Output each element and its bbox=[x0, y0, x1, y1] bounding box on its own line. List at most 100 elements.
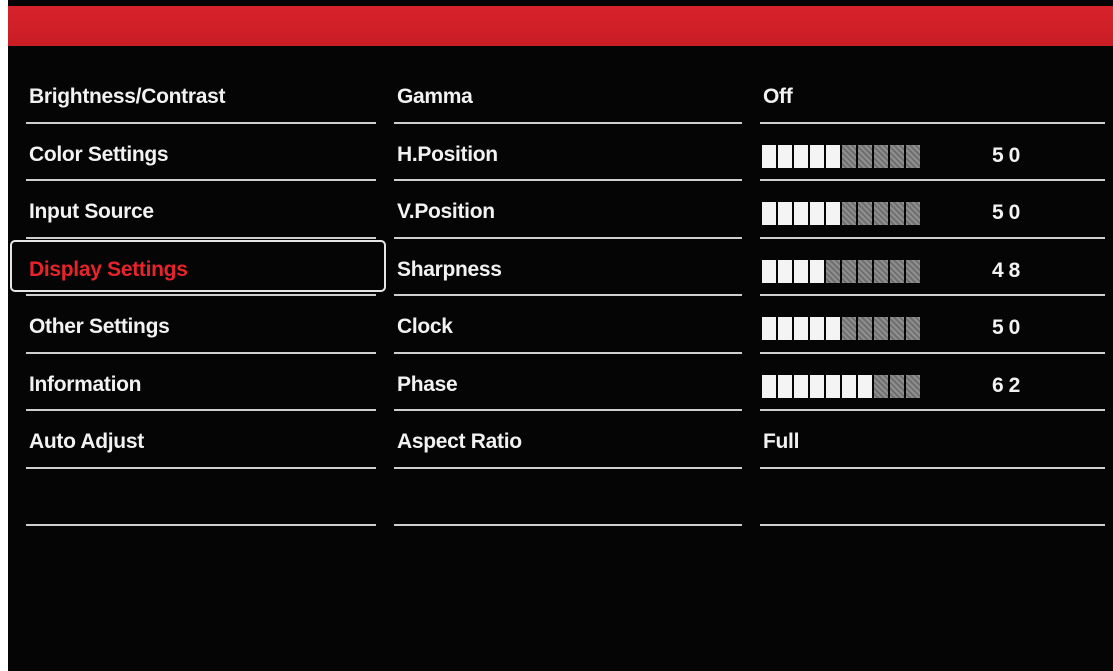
submenu-item-phase[interactable]: Phase bbox=[394, 354, 742, 412]
menu-item-label: Brightness/Contrast bbox=[29, 85, 226, 108]
slider-segment-empty bbox=[874, 374, 888, 398]
slider-segment-filled bbox=[858, 374, 872, 398]
slider-segment-filled bbox=[794, 374, 808, 398]
sharpness-slider[interactable] bbox=[762, 259, 920, 283]
v-position-value-row[interactable]: 50 bbox=[760, 181, 1105, 239]
slider-segment-filled bbox=[762, 259, 776, 283]
slider-segment-empty bbox=[890, 202, 904, 225]
slider-segment-empty bbox=[858, 317, 872, 340]
menu-item-other-settings[interactable]: Other Settings bbox=[26, 296, 376, 354]
submenu-item-label: Gamma bbox=[397, 85, 473, 108]
gamma-value: Off bbox=[763, 85, 793, 108]
main-menu: Brightness/Contrast Color Settings Input… bbox=[10, 66, 386, 527]
slider-segment-empty bbox=[842, 317, 856, 340]
slider-segment-empty bbox=[826, 259, 840, 283]
slider-segment-filled bbox=[826, 374, 840, 398]
slider-segment-filled bbox=[794, 259, 808, 283]
submenu-item-label: V.Position bbox=[397, 200, 495, 223]
v-position-value: 50 bbox=[992, 201, 1026, 224]
slider-segment-empty bbox=[906, 317, 920, 340]
menu-item-information[interactable]: Information bbox=[26, 354, 376, 412]
menu-item-empty bbox=[26, 469, 376, 527]
slider-segment-empty bbox=[842, 202, 856, 225]
menu-item-input-source[interactable]: Input Source bbox=[26, 181, 376, 239]
menu-item-label: Other Settings bbox=[29, 315, 170, 338]
slider-segment-empty bbox=[842, 259, 856, 283]
slider-segment-filled bbox=[778, 144, 792, 168]
slider-segment-empty bbox=[906, 374, 920, 398]
settings-values: Off 50 50 48 50 62 Full bbox=[760, 66, 1105, 526]
slider-segment-filled bbox=[794, 144, 808, 168]
slider-segment-filled bbox=[842, 374, 856, 398]
submenu-item-label: Aspect Ratio bbox=[397, 430, 522, 453]
slider-segment-empty bbox=[906, 259, 920, 283]
submenu-item-clock[interactable]: Clock bbox=[394, 296, 742, 354]
h-position-value: 50 bbox=[992, 143, 1026, 167]
menu-item-label: Color Settings bbox=[29, 142, 169, 166]
slider-segment-filled bbox=[794, 317, 808, 340]
slider-segment-filled bbox=[810, 317, 824, 340]
submenu-item-sharpness[interactable]: Sharpness bbox=[394, 239, 742, 297]
slider-segment-empty bbox=[874, 317, 888, 340]
submenu-item-label: Phase bbox=[397, 372, 458, 396]
slider-segment-filled bbox=[762, 317, 776, 340]
phase-value-row[interactable]: 62 bbox=[760, 354, 1105, 412]
display-settings-submenu: Gamma H.Position V.Position Sharpness Cl… bbox=[394, 66, 742, 526]
aspect-ratio-value: Full bbox=[763, 430, 800, 453]
slider-segment-filled bbox=[810, 202, 824, 225]
slider-segment-empty bbox=[890, 259, 904, 283]
menu-item-brightness-contrast[interactable]: Brightness/Contrast bbox=[26, 66, 376, 124]
menu-item-label: Information bbox=[29, 372, 142, 396]
slider-segment-filled bbox=[762, 374, 776, 398]
slider-segment-empty bbox=[874, 144, 888, 168]
aspect-ratio-value-row[interactable]: Full bbox=[760, 411, 1105, 469]
slider-segment-filled bbox=[810, 259, 824, 283]
phase-slider[interactable] bbox=[762, 374, 920, 398]
gamma-value-row[interactable]: Off bbox=[760, 66, 1105, 124]
slider-segment-empty bbox=[874, 202, 888, 225]
menu-item-color-settings[interactable]: Color Settings bbox=[26, 124, 376, 182]
menu-item-display-settings[interactable]: Display Settings bbox=[26, 239, 376, 297]
slider-segment-filled bbox=[762, 144, 776, 168]
slider-segment-filled bbox=[762, 202, 776, 225]
submenu-item-aspect-ratio[interactable]: Aspect Ratio bbox=[394, 411, 742, 469]
menu-item-label: Auto Adjust bbox=[29, 430, 144, 453]
slider-segment-empty bbox=[890, 144, 904, 168]
menu-item-label: Input Source bbox=[29, 200, 154, 223]
slider-segment-filled bbox=[826, 144, 840, 168]
slider-segment-empty bbox=[906, 202, 920, 225]
menu-item-label: Display Settings bbox=[29, 257, 188, 281]
slider-segment-filled bbox=[810, 144, 824, 168]
slider-segment-empty bbox=[906, 144, 920, 168]
slider-segment-filled bbox=[826, 202, 840, 225]
menu-item-auto-adjust[interactable]: Auto Adjust bbox=[26, 411, 376, 469]
slider-segment-filled bbox=[826, 317, 840, 340]
osd-header-bar bbox=[8, 6, 1113, 46]
submenu-item-label: H.Position bbox=[397, 142, 498, 166]
slider-segment-empty bbox=[890, 374, 904, 398]
slider-segment-filled bbox=[810, 374, 824, 398]
phase-value: 62 bbox=[992, 373, 1026, 397]
h-position-value-row[interactable]: 50 bbox=[760, 124, 1105, 182]
submenu-item-h-position[interactable]: H.Position bbox=[394, 124, 742, 182]
slider-segment-empty bbox=[842, 144, 856, 168]
clock-value: 50 bbox=[992, 316, 1026, 339]
slider-segment-filled bbox=[778, 374, 792, 398]
submenu-item-empty bbox=[394, 469, 742, 527]
submenu-item-gamma[interactable]: Gamma bbox=[394, 66, 742, 124]
h-position-slider[interactable] bbox=[762, 144, 920, 168]
slider-segment-empty bbox=[858, 259, 872, 283]
slider-segment-empty bbox=[858, 144, 872, 168]
sharpness-value-row[interactable]: 48 bbox=[760, 239, 1105, 297]
slider-segment-filled bbox=[778, 202, 792, 225]
slider-segment-filled bbox=[778, 317, 792, 340]
slider-segment-empty bbox=[890, 317, 904, 340]
v-position-slider[interactable] bbox=[762, 202, 920, 225]
osd-screen: Brightness/Contrast Color Settings Input… bbox=[8, 0, 1113, 671]
submenu-item-label: Sharpness bbox=[397, 257, 502, 281]
submenu-item-v-position[interactable]: V.Position bbox=[394, 181, 742, 239]
submenu-item-label: Clock bbox=[397, 315, 453, 338]
value-row-empty bbox=[760, 469, 1105, 527]
clock-value-row[interactable]: 50 bbox=[760, 296, 1105, 354]
clock-slider[interactable] bbox=[762, 317, 920, 340]
